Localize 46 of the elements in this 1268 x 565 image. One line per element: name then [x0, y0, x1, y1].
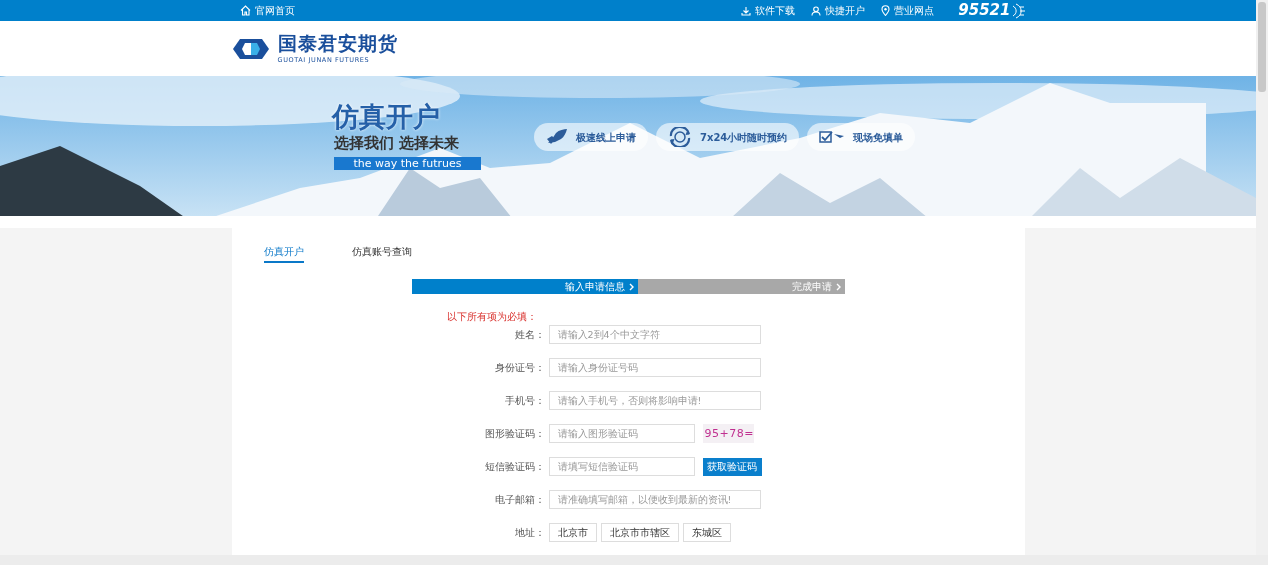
- input-field[interactable]: 请准确填写邮箱，以便收到最新的资讯!: [548, 490, 761, 510]
- nav-link[interactable]: 快捷开户: [811, 3, 866, 18]
- user-icon: [811, 5, 822, 16]
- dropdown-select[interactable]: 东城区: [682, 523, 731, 543]
- field-label: 图形验证码：: [484, 427, 545, 439]
- field-label: 身份证号：: [494, 361, 545, 373]
- chevron-right-icon: [835, 282, 841, 291]
- tab[interactable]: 仿真开户: [263, 244, 304, 263]
- captcha-image[interactable]: 95+78=: [702, 424, 754, 444]
- dropdown-select[interactable]: 北京市: [548, 523, 597, 543]
- progress-step: 输入申请信息: [411, 279, 638, 294]
- download-icon: [741, 5, 752, 16]
- nav-link[interactable]: 软件下载: [741, 3, 796, 18]
- field-label: 地址：: [514, 526, 545, 538]
- logo-icon: [231, 37, 270, 60]
- input-field[interactable]: 请填写短信验证码: [548, 457, 695, 477]
- progress-step: 完成申请: [638, 279, 845, 294]
- home-icon: [239, 5, 251, 16]
- location-pin-icon: [881, 5, 891, 16]
- logo-name: 国泰君安期货: [277, 33, 398, 53]
- field-label: 姓名：: [514, 328, 545, 340]
- banner-slogan: 选择我们 选择未来: [334, 136, 460, 151]
- input-field[interactable]: 请输入身份证号码: [548, 358, 761, 378]
- dropdown-select[interactable]: 北京市市辖区: [600, 523, 679, 543]
- tab[interactable]: 仿真账号查询: [351, 244, 412, 263]
- home-link[interactable]: 官网首页: [239, 3, 295, 18]
- chevron-right-icon: [629, 282, 634, 291]
- nav-link[interactable]: 营业网点: [881, 3, 935, 18]
- required-note: 以下所有项为必填：: [446, 311, 537, 322]
- checkbox-form-icon: [819, 130, 846, 144]
- field-label: 手机号：: [504, 394, 545, 406]
- feature-badge: 极速线上申请: [534, 123, 648, 151]
- scrollbar-thumb[interactable]: [1258, 2, 1266, 92]
- clock-arrows-icon: [668, 127, 692, 147]
- input-field[interactable]: 请输入手机号，否则将影响申请!: [548, 391, 761, 411]
- feature-badge: 7x24小时随时预约: [656, 123, 800, 151]
- signal-arcs-icon: [1010, 2, 1025, 19]
- rocket-icon: [546, 129, 568, 145]
- field-label: 电子邮箱：: [494, 493, 545, 505]
- feature-badge: 现场免填单: [807, 123, 916, 151]
- input-field[interactable]: 请输入图形验证码: [548, 424, 695, 444]
- field-label: 短信验证码：: [484, 460, 545, 472]
- hotline-number: 95521: [958, 3, 1011, 18]
- input-field[interactable]: 请输入2到4个中文字符: [548, 325, 761, 345]
- get-code-button[interactable]: 获取验证码: [702, 457, 762, 476]
- banner-tagline: the way the futrues: [334, 157, 481, 170]
